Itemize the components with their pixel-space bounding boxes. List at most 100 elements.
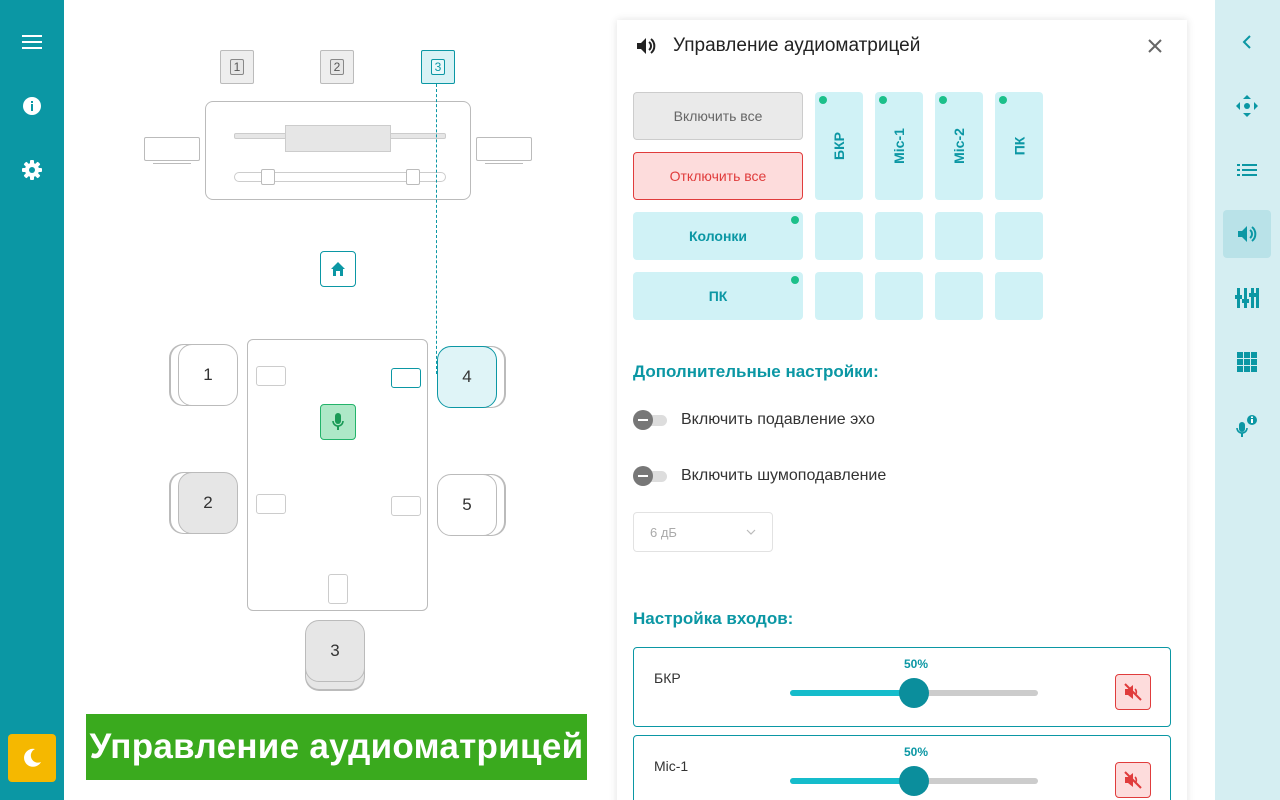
- noise-cancel-toggle[interactable]: [633, 466, 669, 486]
- mute-button[interactable]: [1115, 762, 1151, 798]
- caption-banner: Управление аудиоматрицей: [86, 714, 587, 780]
- theme-toggle-button[interactable]: [8, 734, 56, 782]
- noise-level-select[interactable]: 6 дБ: [633, 512, 773, 552]
- echo-cancel-toggle[interactable]: [633, 410, 669, 430]
- mute-button[interactable]: [1115, 674, 1151, 710]
- camera-1-button[interactable]: 1: [220, 50, 254, 84]
- seat-5[interactable]: 5: [437, 474, 497, 536]
- mic-info-button[interactable]: [1223, 402, 1271, 450]
- inputs-title: Настройка входов:: [633, 609, 794, 628]
- echo-cancel-label: Включить подавление эхо: [681, 411, 875, 428]
- camera-number: 3: [431, 59, 445, 75]
- collapse-button[interactable]: [1223, 18, 1271, 66]
- row-header[interactable]: ПК: [633, 272, 803, 320]
- gear-icon: [22, 160, 42, 180]
- right-rail: [1215, 0, 1280, 800]
- noise-level-value: 6 дБ: [650, 524, 677, 540]
- echo-cancel-row: Включить подавление эхо: [633, 408, 875, 432]
- conference-table: [247, 339, 428, 611]
- matrix-cell[interactable]: [935, 212, 983, 260]
- move-button[interactable]: [1223, 82, 1271, 130]
- right-display: [476, 137, 532, 164]
- panel-header: Управление аудиоматрицей: [635, 34, 920, 58]
- status-dot: [999, 96, 1007, 104]
- seat-number: 2: [203, 493, 213, 512]
- chevron-left-icon: [1242, 35, 1251, 49]
- input-name: Mic-1: [654, 758, 689, 774]
- column-header[interactable]: БКР: [815, 92, 863, 200]
- panel-title: Управление аудиоматрицей: [673, 35, 921, 56]
- list-button[interactable]: [1223, 146, 1271, 194]
- muted-speaker-icon: [1124, 771, 1142, 789]
- speaker-icon: [1238, 226, 1257, 242]
- status-dot: [879, 96, 887, 104]
- camera-2-button[interactable]: 2: [320, 50, 354, 84]
- matrix-cell[interactable]: [875, 272, 923, 320]
- info-icon: [23, 97, 41, 115]
- column-label: БКР: [830, 132, 847, 160]
- grid-button[interactable]: [1223, 338, 1271, 386]
- mic-info-icon: [1236, 415, 1257, 437]
- camera-number: 2: [330, 59, 344, 75]
- disable-all-button[interactable]: Отключить все: [633, 152, 803, 200]
- equalizer-button[interactable]: [1223, 274, 1271, 322]
- status-dot: [939, 96, 947, 104]
- column-header[interactable]: ПК: [995, 92, 1043, 200]
- column-label: Mic-2: [950, 128, 967, 164]
- row-header[interactable]: Колонки: [633, 212, 803, 260]
- home-icon: [331, 262, 345, 276]
- home-button[interactable]: [320, 251, 356, 287]
- column-label: Mic-1: [890, 128, 907, 164]
- menu-button[interactable]: [12, 22, 52, 62]
- matrix-cell[interactable]: [815, 212, 863, 260]
- info-button[interactable]: [12, 86, 52, 126]
- table-device: [391, 496, 421, 516]
- audio-button[interactable]: [1223, 210, 1271, 258]
- seat-1[interactable]: 1: [178, 344, 238, 406]
- input-volume-slider[interactable]: [790, 766, 1038, 796]
- seat-2[interactable]: 2: [178, 472, 238, 534]
- table-device: [391, 368, 421, 388]
- table-mic-button[interactable]: [320, 404, 356, 440]
- slider-thumb[interactable]: [899, 766, 929, 796]
- matrix-cell[interactable]: [935, 272, 983, 320]
- chevron-down-icon: [746, 529, 756, 535]
- extra-settings-title: Дополнительные настройки:: [633, 362, 879, 381]
- table-remote: [328, 574, 348, 604]
- camera-number: 1: [230, 59, 244, 75]
- menu-icon: [22, 35, 42, 49]
- main-screen: [205, 101, 471, 200]
- enable-all-button[interactable]: Включить все: [633, 92, 803, 140]
- equalizer-icon: [1235, 288, 1259, 308]
- status-dot: [791, 276, 799, 284]
- settings-button[interactable]: [12, 150, 52, 190]
- table-device: [256, 366, 286, 386]
- screen-panel: [285, 125, 391, 152]
- column-header[interactable]: Mic-2: [935, 92, 983, 200]
- muted-speaker-icon: [1124, 683, 1142, 701]
- matrix-cell[interactable]: [995, 212, 1043, 260]
- left-display: [144, 137, 200, 164]
- input-volume-slider[interactable]: [790, 678, 1038, 708]
- status-dot: [819, 96, 827, 104]
- grid-icon: [1237, 352, 1257, 372]
- screen-handle-left: [261, 169, 275, 185]
- slider-thumb[interactable]: [899, 678, 929, 708]
- seat-4[interactable]: 4: [437, 346, 497, 408]
- column-header[interactable]: Mic-1: [875, 92, 923, 200]
- input-level: 50%: [904, 657, 929, 671]
- speaker-icon: [637, 38, 656, 54]
- matrix-cell[interactable]: [875, 212, 923, 260]
- matrix-cell[interactable]: [815, 272, 863, 320]
- seat-number: 5: [462, 495, 472, 514]
- close-button[interactable]: [1145, 36, 1165, 56]
- noise-cancel-label: Включить шумоподавление: [681, 467, 887, 484]
- list-icon: [1237, 164, 1257, 176]
- matrix-cell[interactable]: [995, 272, 1043, 320]
- input-level: 50%: [904, 745, 929, 759]
- camera-3-button[interactable]: 3: [421, 50, 455, 84]
- audio-matrix-panel: Управление аудиоматрицей Включить все От…: [617, 20, 1187, 800]
- seat-3[interactable]: 3: [305, 620, 365, 682]
- noise-cancel-row: Включить шумоподавление: [633, 464, 886, 488]
- input-name: БКР: [654, 670, 681, 686]
